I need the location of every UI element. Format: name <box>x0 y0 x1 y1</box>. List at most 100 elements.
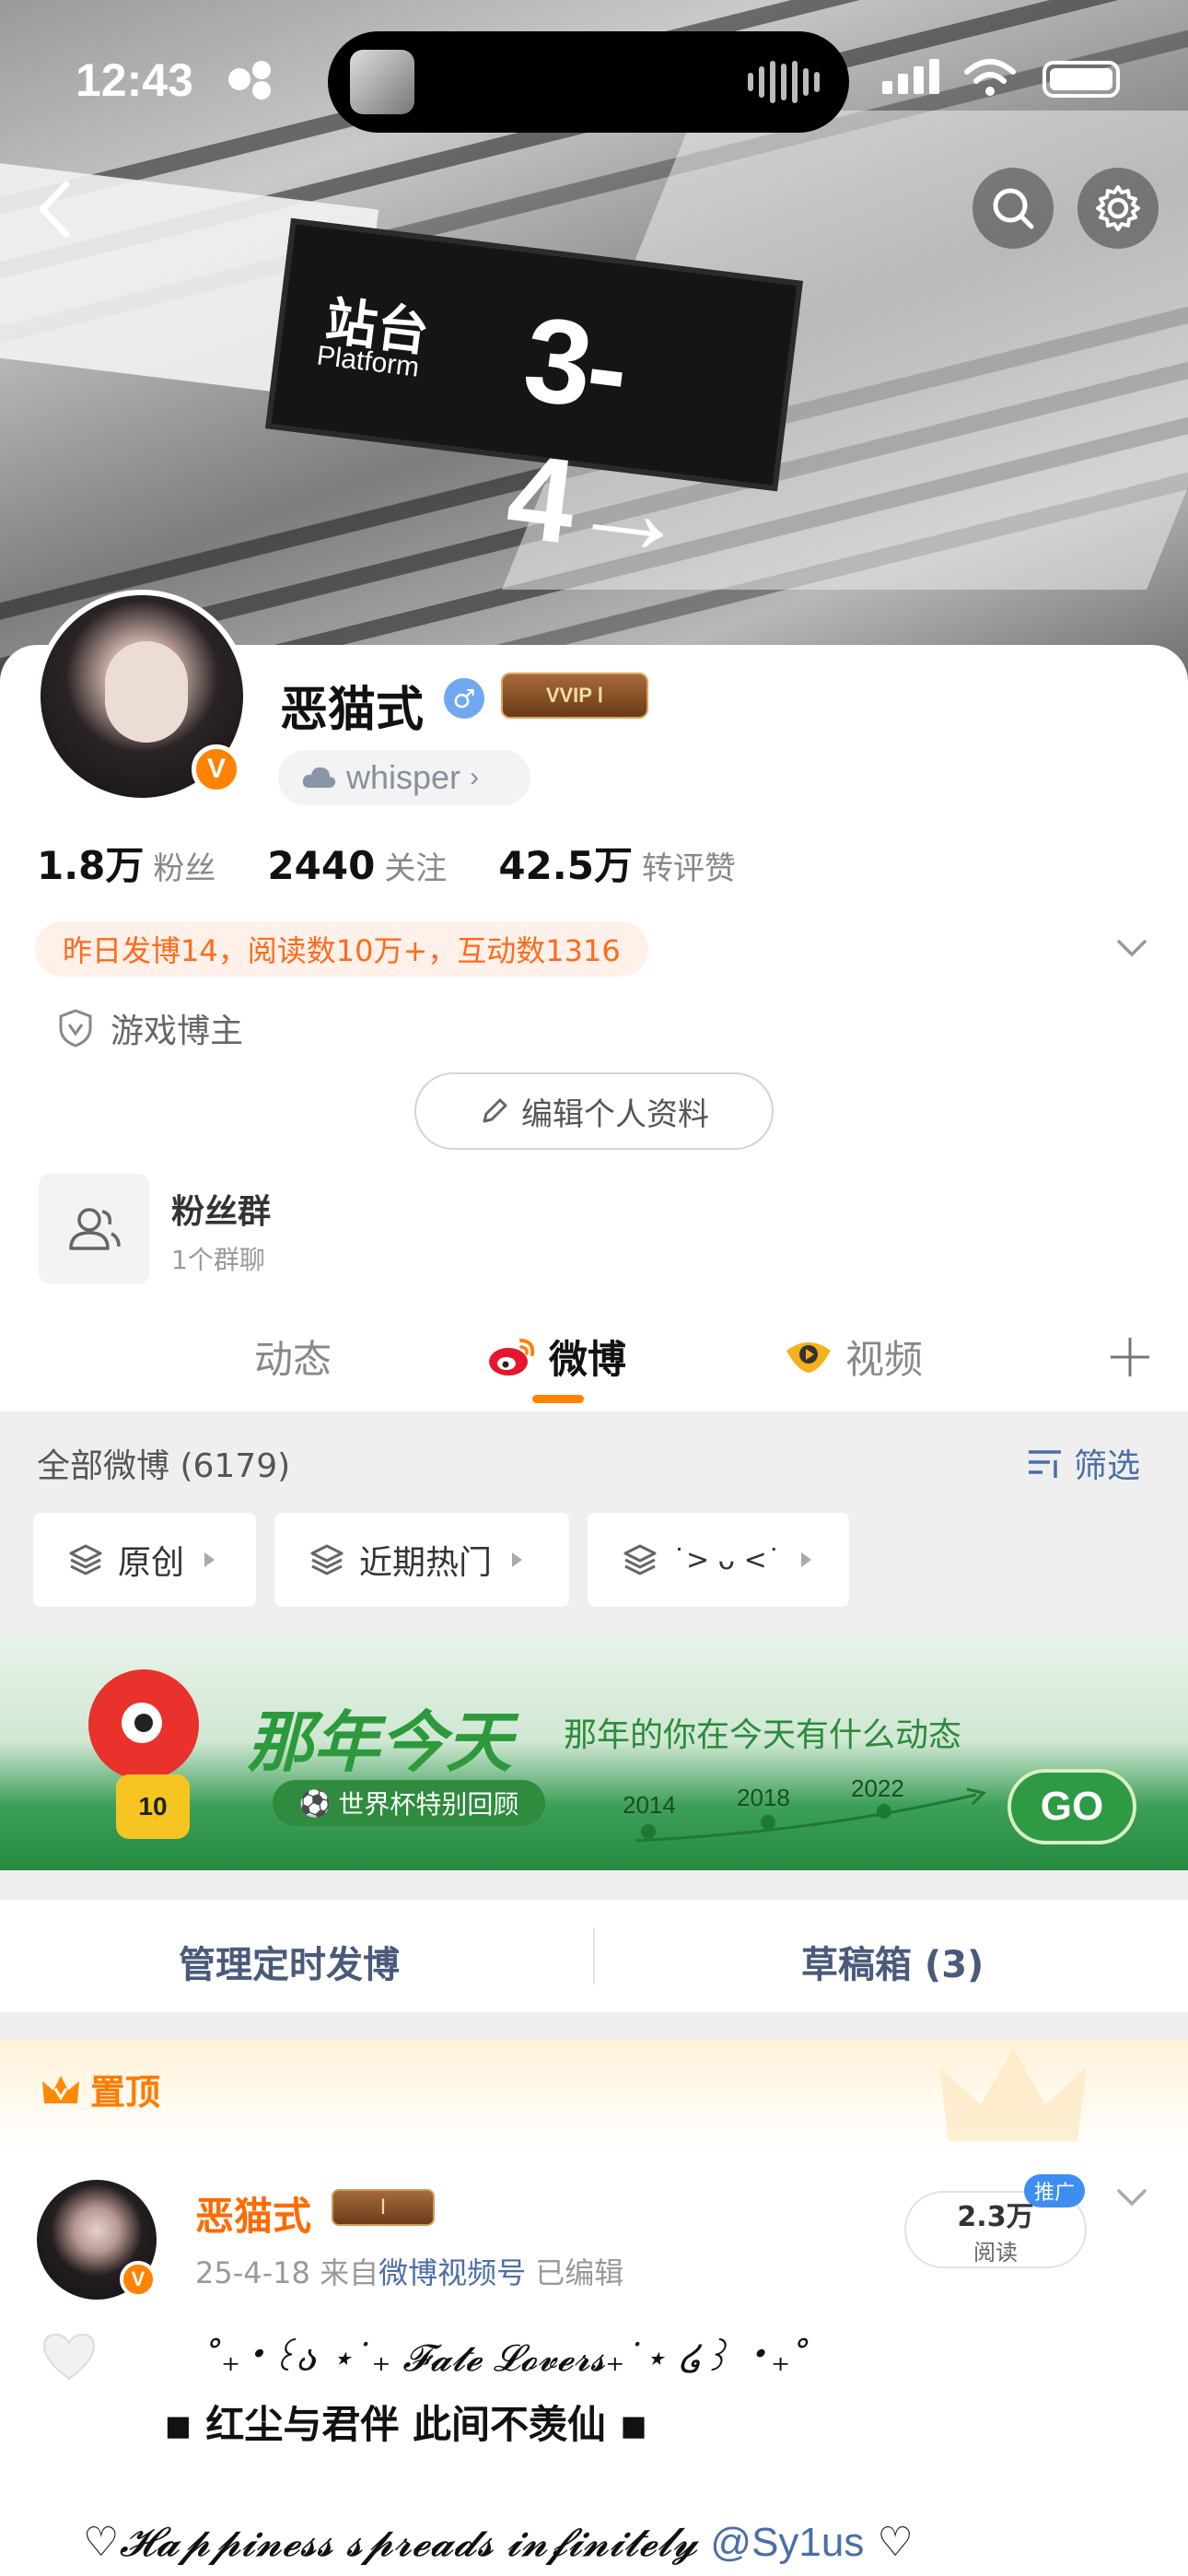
post-author-level-badge: Ⅰ <box>332 2189 435 2226</box>
male-gender-icon: ♂ <box>444 678 484 719</box>
status-time: 12:43 <box>76 54 193 106</box>
activity-summary[interactable]: 昨日发博14，阅读数10万+，互动数1316 <box>35 921 648 977</box>
timeline-line <box>635 1787 986 1843</box>
pinned-label: 置顶 <box>41 2064 160 2114</box>
battery-icon <box>1042 61 1120 98</box>
category-tag-label: 游戏博主 <box>111 1013 244 1050</box>
tab-video[interactable]: 视频 <box>783 1329 923 1385</box>
read-count-label: 阅读 <box>973 2239 1018 2266</box>
search-icon <box>993 188 1034 229</box>
year-label: 2018 <box>737 1784 790 1811</box>
post-text-line-2: ◾ 红尘与君伴 此间不羡仙 ◾ <box>164 2402 648 2447</box>
profile-tabs: 动态 微博 视频 <box>0 1308 1188 1410</box>
followers-label[interactable]: 粉丝 <box>153 843 215 888</box>
filter-label: 筛选 <box>1074 1447 1141 1485</box>
fan-group-title[interactable]: 粉丝群 <box>171 1185 271 1233</box>
edit-profile-label: 编辑个人资料 <box>521 1095 709 1133</box>
go-button[interactable]: GO <box>1007 1769 1136 1844</box>
promote-tag[interactable]: 推广 <box>1024 2174 1085 2207</box>
post-verified-badge: V <box>120 2261 157 2298</box>
post-meta: 25-4-18 来自微博视频号 已编辑 <box>195 2250 623 2292</box>
year-dot <box>877 1804 891 1819</box>
football-icon: ⚽ <box>298 1787 332 1819</box>
pinned-label-text: 置顶 <box>90 2072 161 2113</box>
tab-video-label: 视频 <box>845 1337 924 1382</box>
category-tag[interactable]: 游戏博主 <box>57 1004 243 1052</box>
chip-recent-hot[interactable]: 近期热门 <box>274 1513 569 1607</box>
settings-button[interactable] <box>1077 168 1159 249</box>
active-tab-indicator <box>532 1395 584 1403</box>
post-author-name[interactable]: 恶猫式 <box>195 2185 311 2242</box>
chip-original[interactable]: 原创 <box>33 1513 256 1607</box>
edit-profile-button[interactable]: 编辑个人资料 <box>414 1072 774 1150</box>
chip-recent-hot-label: 近期热门 <box>359 1544 493 1582</box>
status-app-icon <box>228 61 271 100</box>
drafts-button[interactable]: 草稿箱 (3) <box>801 1935 984 1988</box>
vvip-badge[interactable]: VVIP Ⅰ <box>501 673 648 719</box>
crown-icon <box>42 2075 79 2103</box>
year-dot <box>761 1815 775 1830</box>
post-text-line-3-body: ♡𝓗𝓪𝓹𝓹𝓲𝓷𝓮𝓼𝓼 𝓼𝓹𝓻𝓮𝓪𝓭𝓼 𝓲𝓷𝓯𝓲𝓷𝓲𝓽𝓮𝓵𝔂 <box>83 2519 698 2566</box>
weibo-logo-icon <box>489 1338 535 1376</box>
banner-subtitle: 那年的你在今天有什么动态 <box>564 1716 962 1754</box>
cellular-signal-icon <box>882 59 939 94</box>
wifi-icon <box>964 59 1016 96</box>
year-label: 2014 <box>623 1791 676 1819</box>
following-count[interactable]: 2440 <box>267 843 375 888</box>
fan-group-icon[interactable] <box>39 1174 149 1284</box>
search-button[interactable] <box>973 168 1054 249</box>
shield-icon <box>59 1009 92 1048</box>
post-text-line-1: ˚₊‧꒰ა ⋆˙₊ 𝓕𝓪𝓽𝓮 𝓛𝓸𝓿𝓮𝓻𝓼₊˙⋆ ໒꒱ ‧₊˚ <box>203 2337 809 2380</box>
followers-count[interactable]: 1.8万 <box>37 835 144 891</box>
filter-button[interactable]: 筛选 <box>1026 1439 1140 1487</box>
dynamic-island[interactable] <box>328 31 849 133</box>
read-count-value: 2.3万 <box>957 2200 1034 2233</box>
post-source-link[interactable]: 微博视频号 <box>379 2255 526 2290</box>
chip-custom[interactable]: ˙> ᴗ <˙ <box>588 1513 849 1607</box>
now-playing-thumbnail <box>350 50 414 114</box>
post-source-prefix: 来自 <box>320 2255 379 2290</box>
cloud-icon <box>302 767 336 788</box>
layers-icon <box>623 1544 657 1575</box>
profile-stats: 1.8万 粉丝 2440 关注 42.5万 转评赞 <box>37 835 787 891</box>
post-date: 25-4-18 <box>195 2255 310 2290</box>
manage-scheduled-posts-button[interactable]: 管理定时发博 <box>179 1935 400 1988</box>
pinned-post[interactable]: 置顶 V 恶猫式 Ⅰ 25-4-18 来自微博视频号 已编辑 2.3万 阅读 推… <box>0 2040 1188 2576</box>
banner-tag: ⚽ 世界杯特别回顾 <box>273 1780 545 1826</box>
expand-chevron-icon[interactable] <box>1116 938 1147 958</box>
whisper-badge[interactable]: whisper › <box>278 750 530 805</box>
mascot-jersey: 10 <box>116 1774 190 1839</box>
tab-dynamics-label: 动态 <box>254 1337 332 1382</box>
pinned-header <box>0 2040 1188 2150</box>
engagement-count[interactable]: 42.5万 <box>498 835 633 891</box>
all-posts-count: 全部微博 (6179) <box>37 1447 291 1485</box>
verified-badge: V <box>192 744 241 794</box>
mention-link[interactable]: @Sy1us <box>710 2520 864 2565</box>
year-label: 2022 <box>851 1774 904 1802</box>
profile-name: 恶猫式 <box>280 683 425 738</box>
sign-number: 3-4→ <box>500 290 695 583</box>
banner-tag-label: 世界杯特别回顾 <box>338 1789 519 1820</box>
schedule-bar: 管理定时发博 草稿箱 (3) <box>0 1900 1188 2012</box>
fan-group-subtitle: 1个群聊 <box>171 1245 265 1275</box>
people-icon <box>69 1208 121 1250</box>
post-menu-chevron-icon[interactable] <box>1116 2187 1147 2207</box>
back-icon[interactable] <box>31 177 77 241</box>
add-tab-icon[interactable] <box>1107 1334 1153 1380</box>
pencil-icon <box>483 1098 507 1123</box>
chip-custom-label: ˙> ᴗ <˙ <box>672 1543 781 1576</box>
post-edited-flag: 已编辑 <box>535 2255 624 2290</box>
layers-icon <box>69 1544 102 1575</box>
crown-watermark-icon <box>939 2049 1087 2141</box>
tab-dynamics[interactable]: 动态 <box>254 1329 332 1385</box>
post-text-line-3: ♡𝓗𝓪𝓹𝓹𝓲𝓷𝓮𝓼𝓼 𝓼𝓹𝓻𝓮𝓪𝓭𝓼 𝓲𝓷𝓯𝓲𝓷𝓲𝓽𝓮𝓵𝔂 @Sy1us ♡ <box>83 2519 914 2566</box>
year-dot <box>641 1824 656 1839</box>
following-label[interactable]: 关注 <box>384 843 447 888</box>
engagement-label[interactable]: 转评赞 <box>642 843 736 888</box>
tab-weibo[interactable]: 微博 <box>486 1329 626 1385</box>
filter-icon <box>1029 1450 1061 1478</box>
audio-wave-icon <box>748 61 820 103</box>
on-this-day-banner[interactable]: 10 那年今天 那年的你在今天有什么动态 ⚽ 世界杯特别回顾 2014 2018… <box>0 1636 1188 1870</box>
chevron-right-icon: › <box>470 762 480 792</box>
heart-icon <box>42 2333 96 2381</box>
